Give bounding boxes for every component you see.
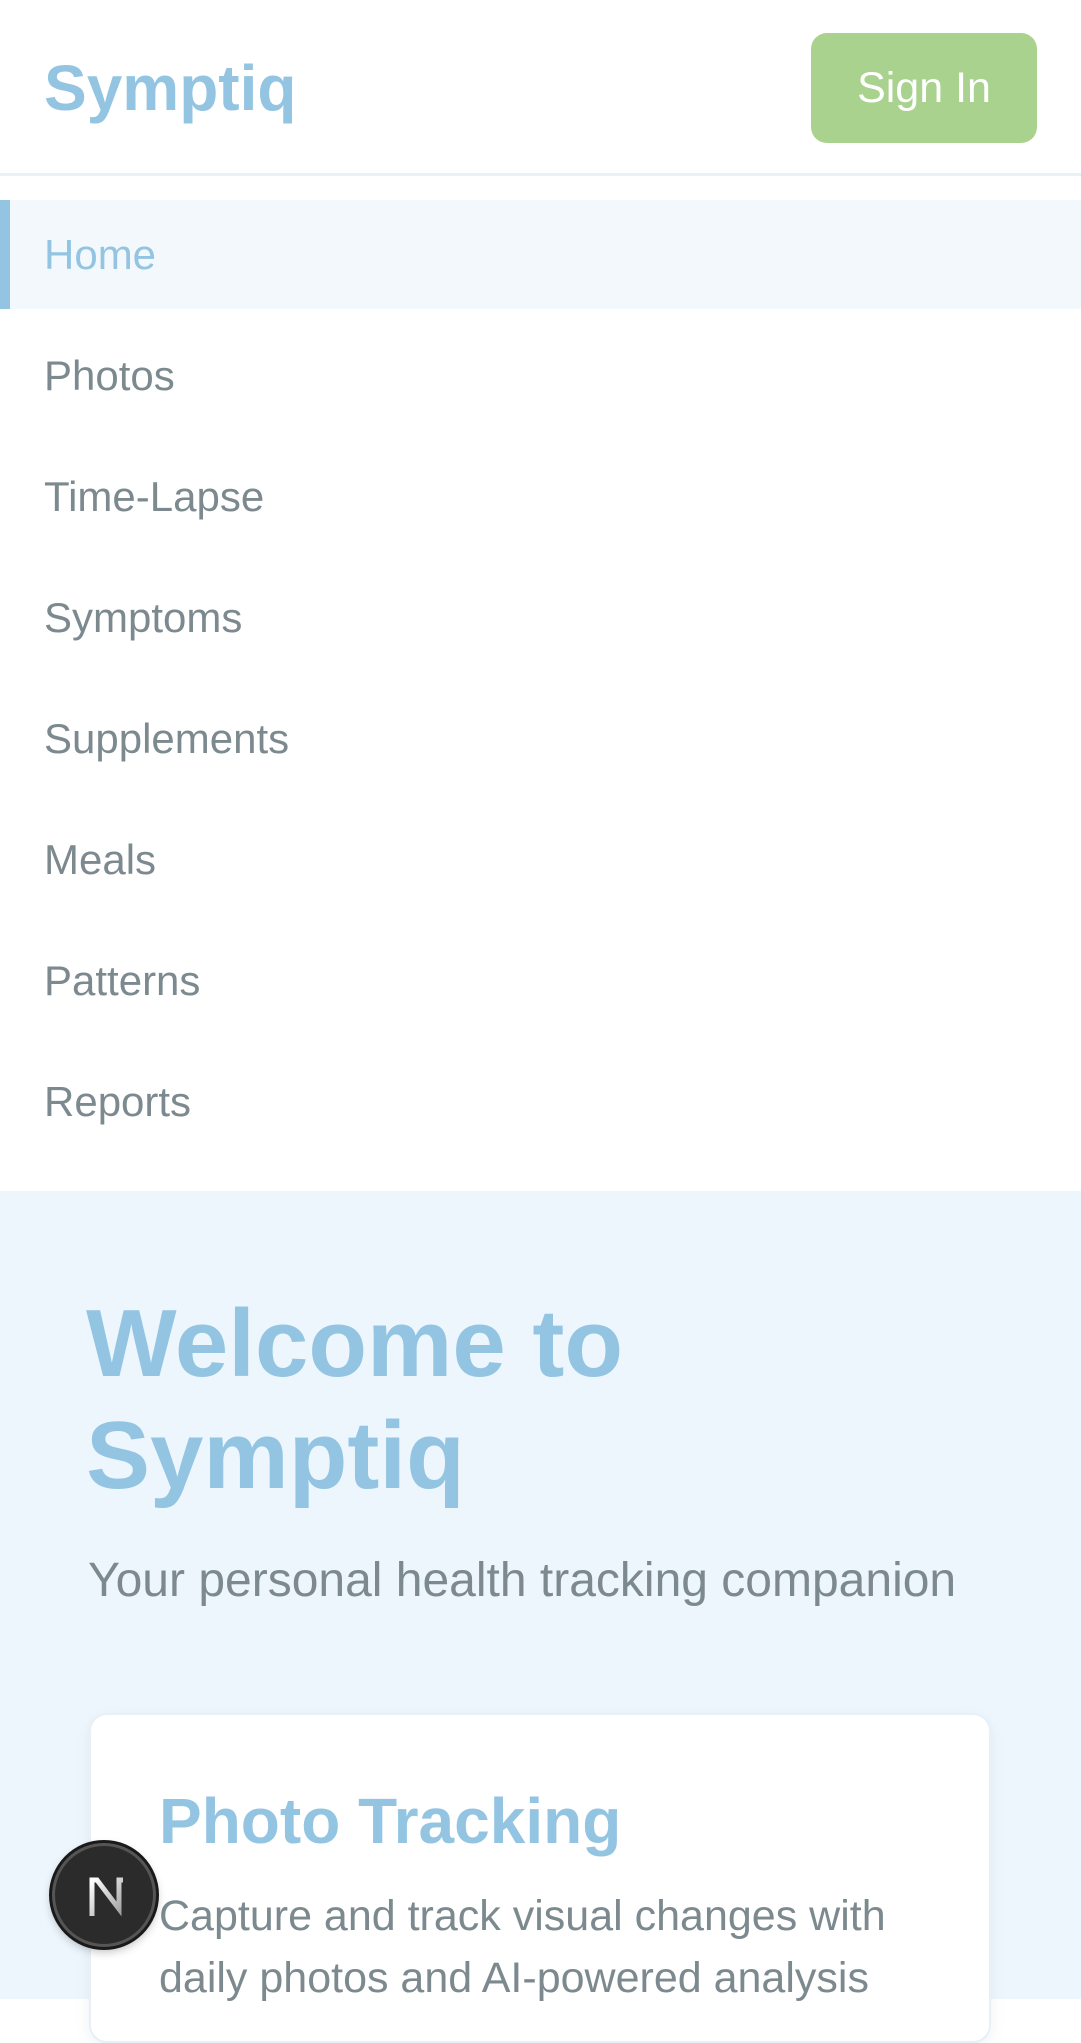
app-logo[interactable]: Symptiq [44,48,296,128]
sign-in-button[interactable]: Sign In [811,33,1037,143]
feature-card-description: Capture and track visual changes with da… [159,1892,886,2002]
nav-item-supplements[interactable]: Supplements [0,684,1081,793]
app-header: Symptiq Sign In [0,0,1081,176]
nextjs-devtools-button[interactable] [52,1843,156,1947]
nav-item-time-lapse[interactable]: Time-Lapse [0,442,1081,551]
page-subtitle: Your personal health tracking companion [88,1554,957,1607]
nav-item-photos[interactable]: Photos [0,321,1081,430]
feature-card-title: Photo Tracking [159,1785,622,1857]
page-title: Welcome to Symptiq [86,1290,623,1509]
nav-item-reports[interactable]: Reports [0,1047,1081,1156]
nav-item-symptoms[interactable]: Symptoms [0,563,1081,672]
nav-item-home[interactable]: Home [0,200,1081,309]
nav-item-meals[interactable]: Meals [0,805,1081,914]
feature-card-photo-tracking[interactable]: Photo Tracking Capture and track visual … [89,1713,991,2043]
nav-item-patterns[interactable]: Patterns [0,926,1081,1035]
main-content: Welcome to Symptiq Your personal health … [0,1191,1081,2043]
main-nav: Home Photos Time-Lapse Symptoms Suppleme… [0,200,1081,1168]
